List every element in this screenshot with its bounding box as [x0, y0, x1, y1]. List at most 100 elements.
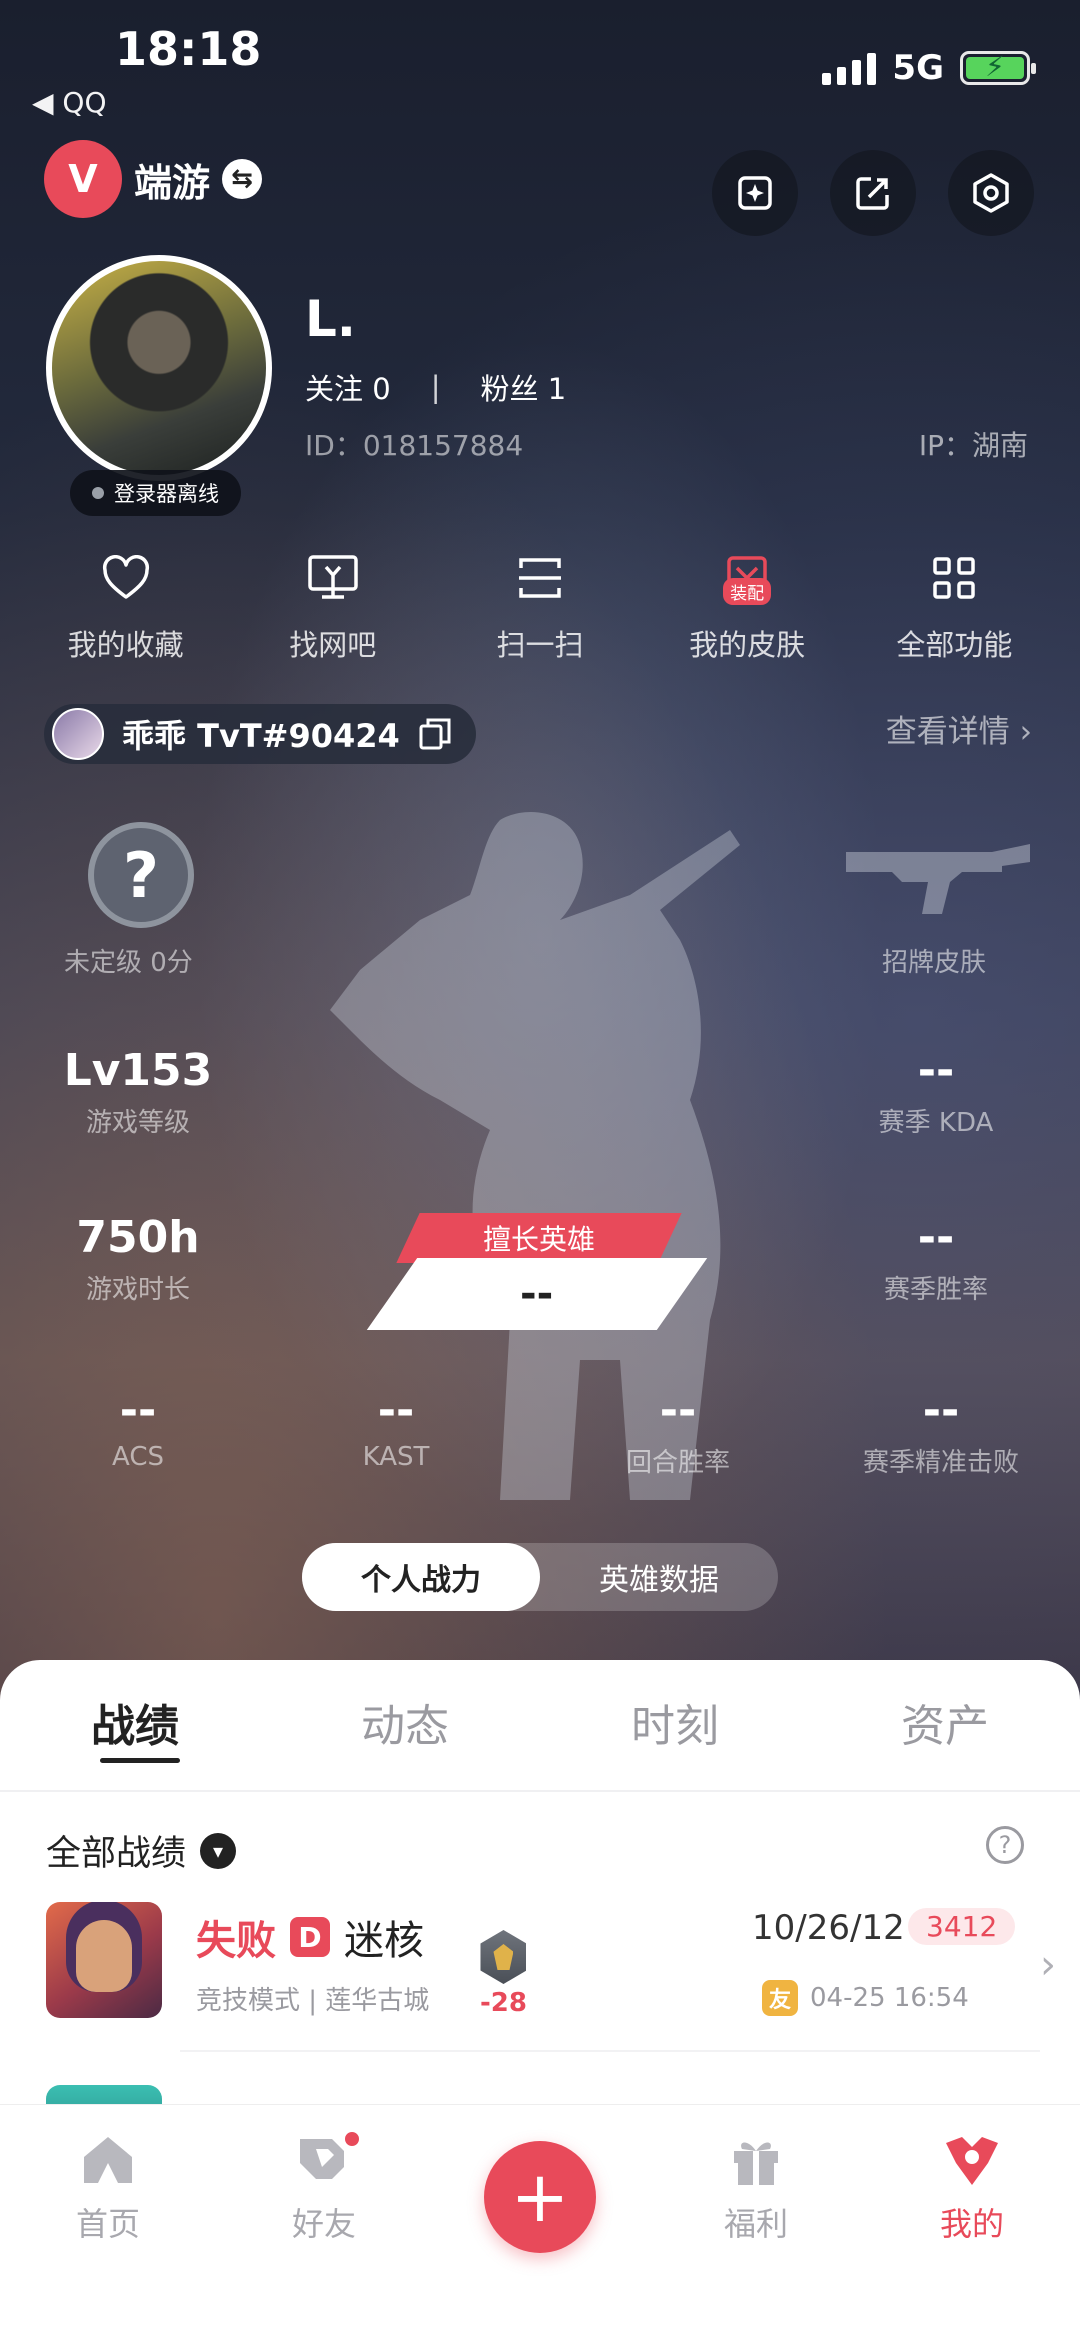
friend-badge: 友 — [762, 1980, 798, 2016]
nav-me[interactable]: 我的 — [864, 2105, 1080, 2337]
stat-acs: -- ACS — [112, 1385, 164, 1472]
sparkle-card-icon — [738, 176, 772, 210]
scan-icon — [510, 548, 570, 608]
grade-badge: D — [290, 1917, 330, 1957]
tab-personal-power[interactable]: 个人战力 — [302, 1543, 540, 1611]
status-indicators: 5G ⚡ — [822, 48, 1036, 88]
me-icon — [946, 2137, 998, 2185]
nav-create[interactable]: + — [432, 2105, 648, 2337]
network-type: 5G — [892, 48, 944, 88]
gift-icon — [734, 2142, 778, 2185]
valorant-logo: V — [44, 140, 122, 218]
stat-kast: -- KAST — [362, 1385, 430, 1472]
quick-features: 我的收藏 找网吧 扫一扫 装配 我的皮肤 全部功能 — [0, 548, 1080, 664]
game-account-name: 乖乖 TvT#90424 — [122, 717, 400, 755]
nav-home[interactable]: 首页 — [0, 2105, 216, 2337]
back-to-app-link[interactable]: ◀ QQ — [32, 86, 107, 119]
game-switcher[interactable]: V 端游 ⇆ — [44, 140, 263, 218]
favorite-hero-tag: 擅长英雄 — [396, 1213, 682, 1263]
stat-round-winrate: -- 回合胜率 — [625, 1385, 730, 1478]
add-post-button[interactable] — [712, 150, 798, 236]
tab-records[interactable]: 战绩 — [0, 1690, 270, 1754]
game-account-avatar — [52, 708, 104, 760]
active-tab-indicator — [100, 1758, 180, 1763]
share-icon — [856, 177, 889, 210]
user-id: ID：018157884 — [305, 429, 524, 462]
chevron-right-icon: › — [1040, 1942, 1056, 1988]
rank-unranked-icon: ? — [88, 822, 194, 928]
share-button[interactable] — [830, 150, 916, 236]
status-time: 18:18 — [115, 22, 262, 76]
user-avatar[interactable] — [46, 255, 272, 481]
follow-stats: 关注 0 | 粉丝 1 — [305, 366, 566, 408]
login-status-text: 登录器离线 — [114, 482, 219, 506]
login-status-badge: 登录器离线 — [70, 470, 241, 516]
stat-precision-kills: -- 赛季精准击败 — [862, 1385, 1019, 1478]
map-name: 迷核 — [344, 1918, 424, 1964]
feature-favorites[interactable]: 我的收藏 — [26, 548, 226, 664]
followers-link[interactable]: 粉丝 1 — [480, 366, 566, 408]
feature-find-cafe[interactable]: 找网吧 — [233, 548, 433, 664]
tab-assets[interactable]: 资产 — [810, 1690, 1080, 1754]
match-row[interactable]: 失败 D 迷核 竞技模式 | 莲华古城 -28 10/26/12 3412 友 … — [46, 1902, 1056, 2042]
game-account-pill[interactable]: 乖乖 TvT#90424 — [44, 704, 476, 764]
offline-dot-icon — [92, 487, 104, 499]
mode-and-agent: 竞技模式 | 莲华古城 — [196, 1986, 430, 2016]
home-icon — [84, 2137, 132, 2183]
skin-icon: 装配 — [717, 548, 777, 608]
rank-change: -28 — [480, 1930, 527, 2018]
rank-gem-icon — [480, 1930, 527, 1984]
feature-scan[interactable]: 扫一扫 — [440, 548, 640, 664]
chevron-right-icon: › — [1019, 714, 1032, 750]
rank-label: 未定级 0分 — [64, 948, 193, 978]
result-text: 失败 — [196, 1918, 276, 1964]
feature-all[interactable]: 全部功能 — [854, 548, 1054, 664]
monitor-icon — [303, 548, 363, 608]
stat-winrate: -- 赛季胜率 — [883, 1212, 988, 1305]
agent-portrait — [46, 1902, 162, 2018]
signature-skin-label: 招牌皮肤 — [882, 948, 987, 978]
nav-friends[interactable]: 好友 — [216, 2105, 432, 2337]
username: L. — [305, 290, 356, 348]
copy-icon[interactable] — [418, 717, 452, 751]
bottom-navigation: 首页 好友 + 福利 我的 — [0, 2104, 1080, 2337]
battery-icon: ⚡ — [960, 50, 1036, 85]
tab-activity[interactable]: 动态 — [270, 1690, 540, 1754]
match-meta: 友 04-25 16:54 — [762, 1980, 969, 2016]
nav-welfare[interactable]: 福利 — [648, 2105, 864, 2337]
heart-icon — [96, 548, 156, 608]
records-filter[interactable]: 全部战绩 ▾ — [46, 1825, 237, 1876]
match-score: 3412 — [908, 1908, 1016, 1945]
settings-button[interactable] — [948, 150, 1034, 236]
match-time: 04-25 16:54 — [810, 1983, 969, 2013]
match-result: 失败 D 迷核 — [196, 1908, 424, 1966]
switch-icon: ⇆ — [222, 159, 263, 199]
stat-hours: 750h 游戏时长 — [76, 1212, 200, 1305]
favorite-hero-value: -- — [366, 1258, 708, 1330]
ip-location: IP：湖南 — [918, 429, 1028, 462]
stat-level: Lv153 游戏等级 — [63, 1045, 213, 1138]
create-post-button[interactable]: + — [484, 2141, 596, 2253]
app-name: 端游 — [134, 160, 211, 205]
rank-delta: -28 — [480, 1988, 527, 2018]
tabs-divider — [0, 1790, 1080, 1792]
tab-moments[interactable]: 时刻 — [540, 1690, 810, 1754]
match-divider — [180, 2050, 1040, 2052]
match-kda: 10/26/12 — [752, 1908, 905, 1948]
follow-divider: | — [430, 370, 441, 404]
feature-my-skins[interactable]: 装配 我的皮肤 — [647, 548, 847, 664]
notification-dot — [342, 2129, 362, 2149]
stats-view-toggle: 个人战力 英雄数据 — [302, 1543, 778, 1611]
following-link[interactable]: 关注 0 — [305, 366, 391, 408]
records-tabs: 战绩 动态 时刻 资产 — [0, 1690, 1080, 1754]
help-icon[interactable]: ? — [986, 1826, 1024, 1864]
stat-kda: -- 赛季 KDA — [878, 1045, 994, 1138]
settings-icon — [973, 173, 1009, 213]
grid-icon — [924, 548, 984, 608]
signal-icon — [822, 51, 877, 85]
weapon-skin-icon — [846, 844, 1030, 914]
equip-badge: 装配 — [723, 578, 772, 605]
tab-hero-data[interactable]: 英雄数据 — [540, 1543, 778, 1611]
chevron-down-icon: ▾ — [200, 1832, 237, 1869]
view-details-link[interactable]: 查看详情 › — [886, 706, 1032, 751]
